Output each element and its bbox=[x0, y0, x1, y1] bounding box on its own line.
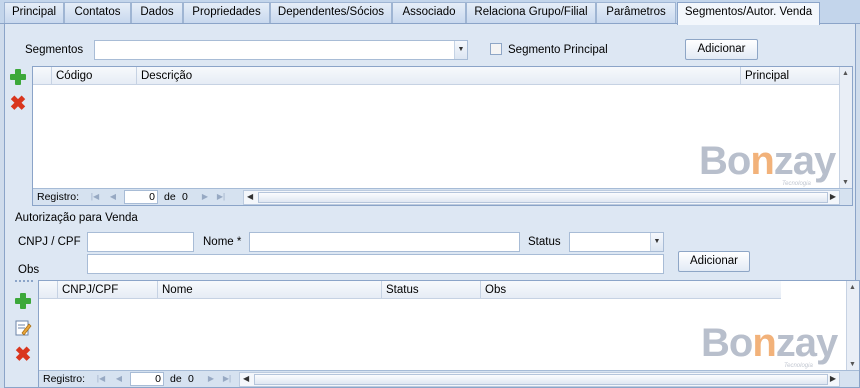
segmento-principal-checkbox[interactable] bbox=[490, 43, 502, 55]
segmentos-select[interactable]: ▼ bbox=[94, 40, 468, 60]
segmentos-grid: Código Descrição Principal ▲ ▼ Bonzay Te… bbox=[32, 66, 853, 206]
tab-bar: Principal Contatos Dados Propriedades De… bbox=[0, 0, 860, 25]
cnpj-label: CNPJ / CPF bbox=[18, 236, 81, 248]
grid-indicator-column bbox=[39, 281, 57, 299]
of-label: de bbox=[170, 373, 182, 385]
logo-subtitle: Tecnologia bbox=[782, 181, 811, 187]
tab-panel: Segmentos ▼ Segmento Principal Adicionar… bbox=[4, 24, 860, 388]
segmentos-grid-header: Código Descrição Principal bbox=[33, 67, 852, 85]
first-record-icon[interactable]: |◀ bbox=[89, 191, 101, 203]
tab-label: Dependentes/Sócios bbox=[277, 6, 385, 18]
last-record-icon[interactable]: ▶| bbox=[221, 373, 233, 385]
segmentos-grid-navigator: Registro: |◀ ◀ 0 de 0 ▶ ▶| ◀ ▶ bbox=[33, 188, 852, 205]
add-icon[interactable] bbox=[9, 68, 27, 86]
scroll-up-icon[interactable]: ▲ bbox=[849, 284, 856, 291]
vertical-scrollbar[interactable]: ▲ ▼ bbox=[839, 67, 852, 189]
chevron-down-icon[interactable]: ▼ bbox=[454, 41, 467, 59]
tab-label: Associado bbox=[402, 6, 456, 18]
total-records: 0 bbox=[182, 191, 188, 203]
vertical-scrollbar[interactable]: ▲ ▼ bbox=[846, 281, 859, 371]
scroll-left-icon[interactable]: ◀ bbox=[247, 192, 253, 201]
horizontal-scrollbar[interactable]: ◀ ▶ bbox=[243, 190, 840, 205]
column-header-codigo[interactable]: Código bbox=[51, 67, 136, 85]
autorizacao-grid-header: CNPJ/CPF Nome Status Obs bbox=[39, 281, 781, 299]
delete-icon[interactable]: ✖ bbox=[14, 345, 32, 365]
tab-label: Segmentos/Autor. Venda bbox=[684, 6, 813, 18]
next-record-icon[interactable]: ▶ bbox=[199, 191, 211, 203]
tab-dados[interactable]: Dados bbox=[131, 2, 183, 23]
prev-record-icon[interactable]: ◀ bbox=[113, 373, 125, 385]
toolbar-grip bbox=[15, 280, 33, 282]
tab-label: Relaciona Grupo/Filial bbox=[474, 6, 588, 18]
of-label: de bbox=[164, 191, 176, 203]
scroll-down-icon[interactable]: ▼ bbox=[842, 179, 849, 186]
autorizacao-add-button[interactable]: Adicionar bbox=[678, 251, 750, 272]
next-record-icon[interactable]: ▶ bbox=[205, 373, 217, 385]
cnpj-cpf-input[interactable] bbox=[87, 232, 194, 252]
autorizacao-section-title: Autorização para Venda bbox=[15, 212, 138, 224]
prev-record-icon[interactable]: ◀ bbox=[107, 191, 119, 203]
window: Principal Contatos Dados Propriedades De… bbox=[0, 0, 860, 388]
record-input[interactable]: 0 bbox=[130, 372, 164, 386]
segmento-principal-label: Segmento Principal bbox=[508, 44, 608, 56]
tab-segmentos-autor-venda[interactable]: Segmentos/Autor. Venda bbox=[677, 2, 820, 25]
tab-principal[interactable]: Principal bbox=[4, 2, 64, 23]
tab-parametros[interactable]: Parâmetros bbox=[596, 2, 676, 23]
autorizacao-grid-navigator: Registro: |◀ ◀ 0 de 0 ▶ ▶| ◀ ▶ bbox=[39, 370, 859, 387]
tab-contatos[interactable]: Contatos bbox=[64, 2, 131, 23]
scroll-thumb[interactable] bbox=[258, 192, 828, 203]
status-select[interactable]: ▼ bbox=[569, 232, 664, 252]
scroll-thumb[interactable] bbox=[254, 374, 828, 385]
bonzay-logo: Bonzay bbox=[701, 321, 838, 365]
tab-dependentes-socios[interactable]: Dependentes/Sócios bbox=[270, 2, 392, 23]
last-record-icon[interactable]: ▶| bbox=[215, 191, 227, 203]
column-header-status[interactable]: Status bbox=[381, 281, 480, 299]
tab-propriedades[interactable]: Propriedades bbox=[183, 2, 270, 23]
scroll-left-icon[interactable]: ◀ bbox=[243, 374, 249, 383]
tab-label: Principal bbox=[11, 6, 57, 18]
first-record-icon[interactable]: |◀ bbox=[95, 373, 107, 385]
obs-input[interactable] bbox=[87, 254, 664, 274]
record-input[interactable]: 0 bbox=[124, 190, 158, 204]
column-header-obs[interactable]: Obs bbox=[480, 281, 781, 299]
add-icon[interactable] bbox=[14, 292, 32, 310]
tab-label: Parâmetros bbox=[606, 6, 666, 18]
chevron-down-icon[interactable]: ▼ bbox=[650, 233, 663, 251]
navigator-label: Registro: bbox=[43, 373, 86, 385]
tab-relaciona-grupo-filial[interactable]: Relaciona Grupo/Filial bbox=[466, 2, 596, 23]
autorizacao-grid: CNPJ/CPF Nome Status Obs ▲ ▼ Bonzay Tecn… bbox=[38, 280, 860, 388]
scroll-down-icon[interactable]: ▼ bbox=[849, 361, 856, 368]
scroll-up-icon[interactable]: ▲ bbox=[842, 70, 849, 77]
bonzay-logo: Bonzay bbox=[699, 139, 836, 183]
tab-label: Propriedades bbox=[192, 6, 261, 18]
column-header-descricao[interactable]: Descrição bbox=[136, 67, 740, 85]
delete-icon[interactable]: ✖ bbox=[9, 94, 27, 114]
horizontal-scrollbar[interactable]: ◀ ▶ bbox=[239, 372, 840, 387]
tab-associado[interactable]: Associado bbox=[392, 2, 466, 23]
scroll-right-icon[interactable]: ▶ bbox=[830, 374, 836, 383]
segmentos-label: Segmentos bbox=[25, 44, 84, 56]
obs-label: Obs bbox=[18, 264, 40, 276]
nome-input[interactable] bbox=[249, 232, 520, 252]
scroll-right-icon[interactable]: ▶ bbox=[830, 192, 836, 201]
column-header-nome[interactable]: Nome bbox=[157, 281, 381, 299]
tab-label: Contatos bbox=[74, 6, 121, 18]
column-header-principal[interactable]: Principal bbox=[740, 67, 840, 85]
nome-label: Nome * bbox=[203, 236, 242, 248]
status-label: Status bbox=[528, 236, 561, 248]
column-header-cnpj-cpf[interactable]: CNPJ/CPF bbox=[57, 281, 157, 299]
tab-label: Dados bbox=[140, 6, 174, 18]
segmentos-add-button[interactable]: Adicionar bbox=[685, 39, 758, 60]
total-records: 0 bbox=[188, 373, 194, 385]
navigator-label: Registro: bbox=[37, 191, 80, 203]
edit-icon[interactable] bbox=[14, 319, 32, 337]
grid-indicator-column bbox=[33, 67, 51, 85]
logo-subtitle: Tecnologia bbox=[784, 363, 813, 369]
